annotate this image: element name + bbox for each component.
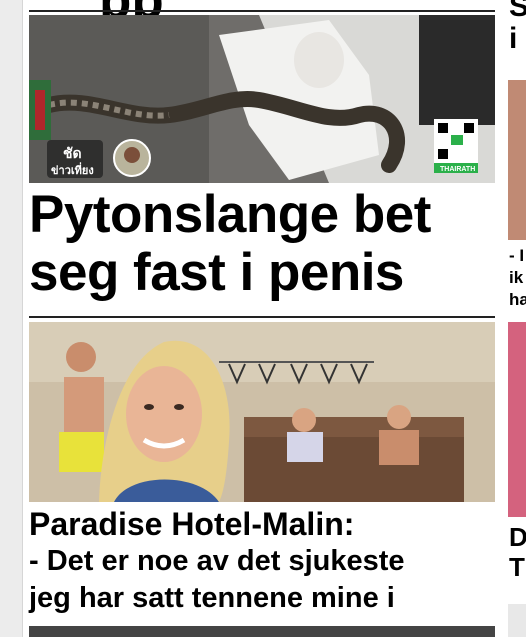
headline-paradise-hotel[interactable]: Paradise Hotel-Malin: - Det er noe av de… xyxy=(29,505,495,617)
divider-rule xyxy=(29,10,495,12)
left-page-gutter xyxy=(0,0,23,637)
main-column: pp ชัด ข่าวเที่ยง xyxy=(29,0,495,637)
right-article-image-3[interactable] xyxy=(508,604,526,637)
paradise-hotel-image xyxy=(29,322,495,502)
right-column: S i - I ik ha D T xyxy=(503,0,526,637)
right-headline-fragment-1: S xyxy=(509,0,526,23)
python-scene-image: ชัด ข่าวเที่ยง THAIRATH xyxy=(29,15,495,183)
channel-logo-bottom: ข่าวเที่ยง xyxy=(51,162,94,177)
divider-rule-2 xyxy=(29,316,495,318)
right-article-image-2[interactable] xyxy=(508,322,526,517)
channel-logo-top: ชัด xyxy=(63,145,82,161)
right-headline-fragment-4: T xyxy=(509,552,525,582)
headline-quote: - Det er noe av det sjukeste jeg har sat… xyxy=(29,545,405,614)
right-headline-fragment-3: D xyxy=(509,522,526,552)
right-article-image[interactable] xyxy=(508,80,526,240)
right-article-snippet[interactable]: - I ik ha xyxy=(509,245,526,311)
headline-python[interactable]: Pytonslange bet seg fast i penis xyxy=(29,186,495,302)
right-headline-fragment-2: i xyxy=(509,22,518,55)
next-article-image-edge xyxy=(29,626,495,637)
article-image-python[interactable]: ชัด ข่าวเที่ยง THAIRATH xyxy=(29,15,495,183)
qr-caption: THAIRATH xyxy=(440,166,475,173)
headline-title: Paradise Hotel-Malin: xyxy=(29,506,355,542)
article-image-paradise-hotel[interactable] xyxy=(29,322,495,502)
